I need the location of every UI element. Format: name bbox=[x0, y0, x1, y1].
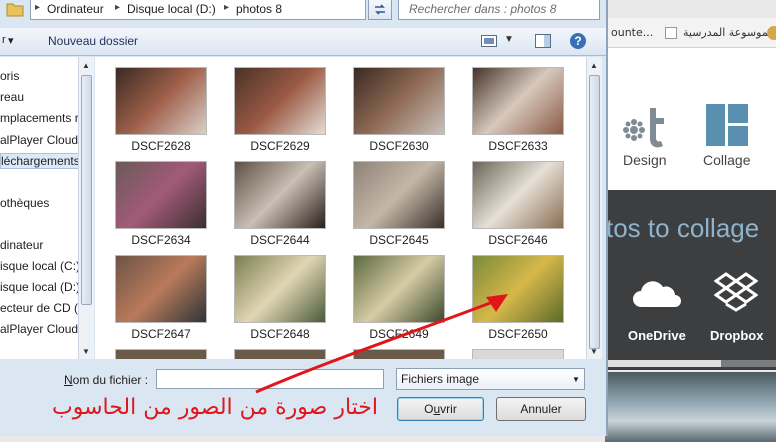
nav-item-computer[interactable]: dinateur bbox=[0, 238, 43, 252]
nav-item-realplayer-cloud-2[interactable]: alPlayer Cloud bbox=[0, 322, 78, 336]
refresh-icon bbox=[375, 4, 385, 15]
nav-item-realplayer-cloud[interactable]: alPlayer Cloud bbox=[0, 133, 78, 147]
file-name[interactable]: DSCF2628 bbox=[101, 139, 221, 153]
filetype-select[interactable]: Fichiers image ▼ bbox=[396, 368, 585, 390]
folder-icon bbox=[6, 3, 24, 17]
filename-label-text: om du fichier : bbox=[72, 373, 149, 387]
design-icon[interactable] bbox=[622, 100, 670, 148]
preview-pane-icon[interactable] bbox=[535, 34, 551, 48]
file-thumbnail[interactable] bbox=[472, 349, 564, 359]
breadcrumb-computer[interactable]: Ordinateur bbox=[47, 2, 104, 16]
file-thumbnail[interactable] bbox=[234, 255, 326, 323]
breadcrumb-folder[interactable]: photos 8 bbox=[236, 2, 282, 16]
scrollbar-thumb[interactable] bbox=[81, 75, 92, 305]
navigation-scrollbar[interactable]: ▲ ▼ bbox=[78, 57, 94, 359]
dropbox-icon[interactable] bbox=[714, 272, 758, 312]
bookmark-item[interactable]: الموسوعة المدرسية bbox=[683, 26, 775, 39]
refresh-button[interactable] bbox=[368, 0, 392, 20]
file-name[interactable]: DSCF2648 bbox=[220, 327, 340, 341]
onedrive-label[interactable]: OneDrive bbox=[628, 328, 686, 343]
chevron-right-icon[interactable]: ▸ bbox=[115, 2, 120, 13]
file-name[interactable]: DSCF2647 bbox=[101, 327, 221, 341]
address-bar[interactable]: ▸ Ordinateur ▸ Disque local (D:) ▸ photo… bbox=[30, 0, 391, 20]
annotation-text: اختار صورة من الصور من الحاسوب bbox=[52, 395, 379, 420]
file-thumbnail[interactable] bbox=[115, 349, 207, 359]
file-name[interactable]: DSCF2633 bbox=[458, 139, 578, 153]
nav-item-local-disk-c[interactable]: isque local (C:) bbox=[0, 259, 78, 273]
chevron-right-icon[interactable]: ▸ bbox=[224, 2, 229, 13]
address-bar-row: ▸ Ordinateur ▸ Disque local (D:) ▸ photo… bbox=[0, 0, 606, 22]
file-thumbnail[interactable] bbox=[234, 161, 326, 229]
dialog-toolbar: r ▾ Nouveau dossier ▼ ? bbox=[0, 28, 606, 56]
file-list: DSCF2628 DSCF2629 DSCF2630 DSCF2633 DSCF2634… bbox=[95, 57, 586, 359]
navigation-pane: oris reau mplacements ré alPlayer Cloud … bbox=[0, 57, 78, 359]
collage-label: Collage bbox=[703, 152, 751, 168]
search-input[interactable]: Rechercher dans : photos 8 bbox=[398, 0, 600, 20]
file-thumbnail[interactable] bbox=[472, 67, 564, 135]
file-name[interactable]: DSCF2645 bbox=[339, 233, 459, 247]
search-placeholder: Rechercher dans : photos 8 bbox=[409, 2, 557, 16]
file-thumbnail[interactable] bbox=[115, 67, 207, 135]
dropbox-label[interactable]: Dropbox bbox=[710, 328, 763, 343]
scroll-down-icon[interactable]: ▼ bbox=[82, 347, 90, 356]
organize-dropdown[interactable]: r bbox=[2, 34, 6, 46]
cancel-button[interactable]: Annuler bbox=[496, 397, 586, 421]
file-thumbnail[interactable] bbox=[115, 255, 207, 323]
nav-item-recent-places[interactable]: mplacements ré bbox=[0, 111, 78, 125]
file-thumbnail[interactable] bbox=[234, 349, 326, 359]
nav-item-downloads[interactable]: léchargements bbox=[0, 153, 78, 169]
new-folder-button[interactable]: Nouveau dossier bbox=[48, 34, 138, 48]
scroll-up-icon[interactable]: ▲ bbox=[590, 61, 598, 70]
bookmark-item[interactable]: ounte... bbox=[611, 26, 653, 39]
design-label: Design bbox=[623, 152, 667, 168]
file-thumbnail[interactable] bbox=[353, 349, 445, 359]
file-thumbnail[interactable] bbox=[353, 161, 445, 229]
file-thumbnail[interactable] bbox=[234, 67, 326, 135]
progress-fill bbox=[605, 360, 722, 367]
collage-icon[interactable] bbox=[706, 104, 748, 146]
scroll-down-icon[interactable]: ▼ bbox=[590, 347, 598, 356]
open-button[interactable]: Ouvrir bbox=[397, 397, 484, 421]
file-name[interactable]: DSCF2634 bbox=[101, 233, 221, 247]
file-name[interactable]: DSCF2644 bbox=[220, 233, 340, 247]
breadcrumb-drive[interactable]: Disque local (D:) bbox=[127, 2, 216, 16]
nav-item-cd-drive[interactable]: ecteur de CD (F: bbox=[0, 301, 78, 315]
file-thumbnail[interactable] bbox=[115, 161, 207, 229]
filename-input[interactable]: ▼ bbox=[156, 369, 537, 389]
file-name[interactable]: DSCF2646 bbox=[458, 233, 578, 247]
nav-item-favorites-link[interactable]: oris bbox=[0, 69, 19, 83]
background-image bbox=[605, 372, 776, 442]
scroll-up-icon[interactable]: ▲ bbox=[82, 61, 90, 70]
chevron-right-icon[interactable]: ▸ bbox=[35, 2, 40, 13]
view-icon[interactable] bbox=[481, 35, 497, 47]
cloud-icon[interactable] bbox=[631, 279, 681, 309]
chevron-down-icon[interactable]: ▼ bbox=[504, 34, 514, 45]
nav-item-desktop[interactable]: reau bbox=[0, 90, 24, 104]
banner-text: tos to collage bbox=[606, 213, 760, 243]
nav-item-local-disk-d[interactable]: isque local (D:) bbox=[0, 280, 78, 294]
file-thumbnail[interactable] bbox=[353, 67, 445, 135]
chevron-down-icon: ▼ bbox=[572, 375, 580, 384]
file-thumbnail[interactable] bbox=[353, 255, 445, 323]
globe-icon[interactable] bbox=[767, 26, 776, 40]
nav-item-libraries[interactable]: othèques bbox=[0, 196, 49, 210]
chevron-down-icon[interactable]: ▾ bbox=[8, 34, 14, 47]
file-name[interactable]: DSCF2629 bbox=[220, 139, 340, 153]
upload-progress-bar bbox=[605, 360, 776, 367]
filename-label: Nom du fichier : bbox=[64, 373, 148, 387]
file-thumbnail[interactable] bbox=[472, 255, 564, 323]
filename-label-accel: N bbox=[64, 373, 73, 387]
file-name[interactable]: DSCF2630 bbox=[339, 139, 459, 153]
bookmarks-bar: ounte... الموسوعة المدرسية bbox=[605, 18, 776, 48]
file-thumbnail[interactable] bbox=[472, 161, 564, 229]
filetype-value: Fichiers image bbox=[401, 372, 480, 386]
open-file-dialog: ▸ Ordinateur ▸ Disque local (D:) ▸ photo… bbox=[0, 0, 608, 436]
page-icon bbox=[665, 27, 677, 39]
file-name[interactable]: DSCF2650 bbox=[458, 327, 578, 341]
open-label-post: vrir bbox=[440, 402, 457, 416]
scrollbar-thumb[interactable] bbox=[589, 75, 600, 349]
help-icon[interactable]: ? bbox=[570, 33, 586, 49]
file-name[interactable]: DSCF2649 bbox=[339, 327, 459, 341]
file-list-scrollbar[interactable]: ▲ ▼ bbox=[586, 57, 602, 359]
